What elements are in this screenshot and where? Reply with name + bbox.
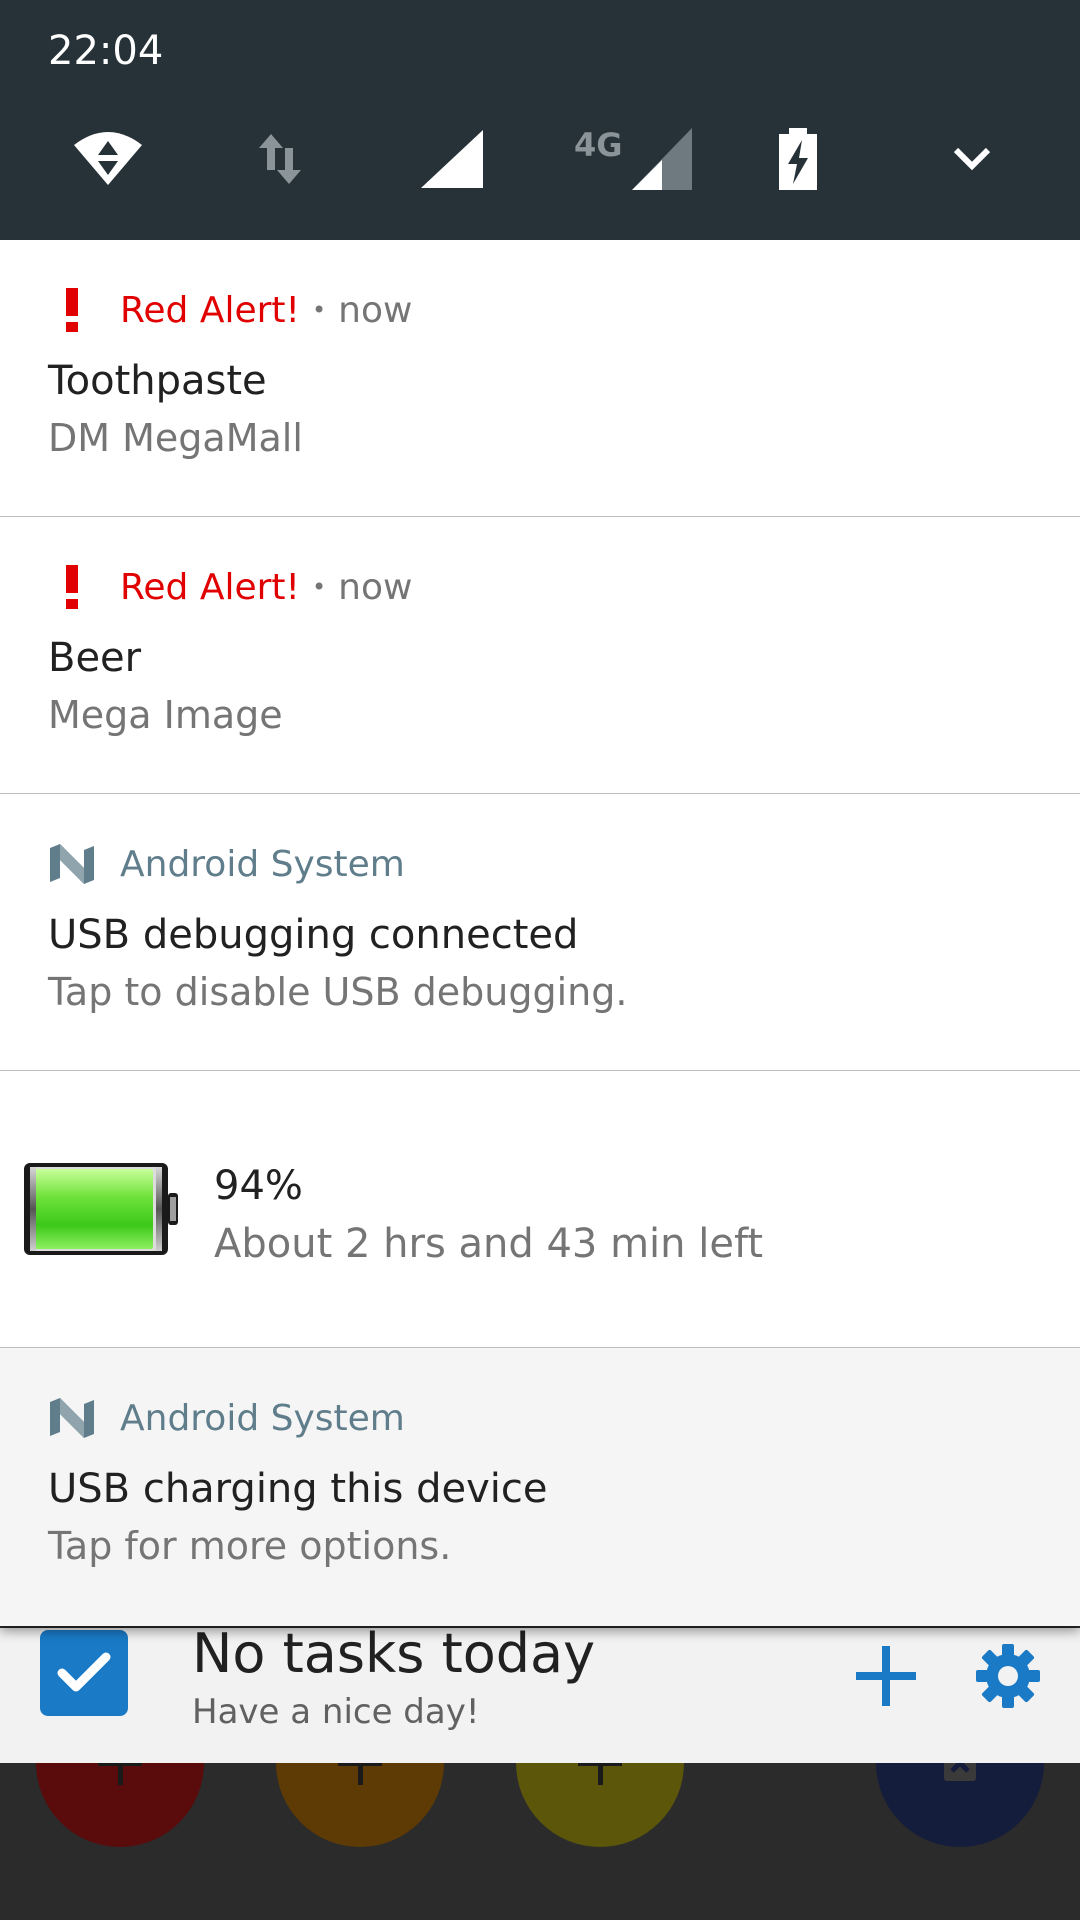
app-name: Red Alert! [120, 289, 300, 331]
battery-level-icon [22, 1159, 182, 1259]
app-name: Android System [120, 1397, 405, 1439]
home-fab-orange [276, 1763, 444, 1847]
widget-title: No tasks today [192, 1622, 596, 1685]
tasks-widget: No tasks today Have a nice day! [0, 1622, 1080, 1763]
svg-text:4G: 4G [574, 126, 623, 164]
notification-time: now [338, 566, 413, 608]
android-n-icon [48, 1396, 96, 1440]
notification-text: Tap for more options. [48, 1524, 452, 1568]
notification-header: Red Alert! • now [48, 288, 412, 332]
notification-text: Tap to disable USB debugging. [48, 970, 628, 1014]
notification-title: Toothpaste [48, 358, 267, 404]
battery-notification[interactable]: 94% About 2 hrs and 43 min left [0, 1071, 1080, 1348]
notification-card[interactable]: Android System USB debugging connected T… [0, 794, 1080, 1071]
lte-signal-icon[interactable]: 4G [570, 126, 696, 192]
app-name: Red Alert! [120, 566, 300, 608]
separator-dot: • [311, 573, 327, 601]
app-name: Android System [120, 843, 405, 885]
notification-header: Red Alert! • now [48, 565, 412, 609]
home-screen-background [0, 1763, 1080, 1920]
add-icon[interactable] [852, 1642, 920, 1710]
exclamation-icon [48, 565, 96, 609]
plus-icon [338, 1763, 382, 1785]
notification-title: Beer [48, 635, 142, 681]
android-n-icon [48, 842, 96, 886]
notification-time: now [338, 289, 413, 331]
notification-header: Android System [48, 842, 405, 886]
plus-icon [98, 1763, 142, 1785]
battery-percent: 94% [214, 1163, 303, 1209]
battery-time-remaining: About 2 hrs and 43 min left [214, 1221, 764, 1267]
wifi-icon[interactable] [72, 126, 144, 192]
settings-gear-icon[interactable] [972, 1640, 1044, 1712]
notification-title: USB charging this device [48, 1466, 548, 1512]
notification-card[interactable]: Red Alert! • now Beer Mega Image [0, 517, 1080, 794]
notification-text: Mega Image [48, 693, 283, 737]
separator-dot: • [311, 296, 327, 324]
notification-list: Red Alert! • now Toothpaste DM MegaMall … [0, 240, 1080, 1626]
checkbox-icon[interactable] [40, 1630, 128, 1716]
close-icon [944, 1763, 976, 1781]
exclamation-icon [48, 288, 96, 332]
quick-settings-header: 22:04 4G [0, 0, 1080, 240]
notification-title: USB debugging connected [48, 912, 579, 958]
notification-card[interactable]: Android System USB charging this device … [0, 1348, 1080, 1626]
plus-icon [578, 1763, 622, 1785]
signal-icon[interactable] [416, 126, 488, 192]
notification-card[interactable]: Red Alert! • now Toothpaste DM MegaMall [0, 240, 1080, 517]
status-clock: 22:04 [48, 28, 164, 74]
notification-text: DM MegaMall [48, 416, 303, 460]
data-transfer-icon[interactable] [244, 126, 316, 192]
notification-header: Android System [48, 1396, 405, 1440]
expand-chevron-icon[interactable] [936, 126, 1008, 192]
home-fab-red [36, 1763, 204, 1847]
home-fab-navy [876, 1763, 1044, 1847]
widget-subtitle: Have a nice day! [192, 1692, 480, 1732]
home-fab-yellow [516, 1763, 684, 1847]
battery-charging-icon[interactable] [762, 126, 834, 192]
